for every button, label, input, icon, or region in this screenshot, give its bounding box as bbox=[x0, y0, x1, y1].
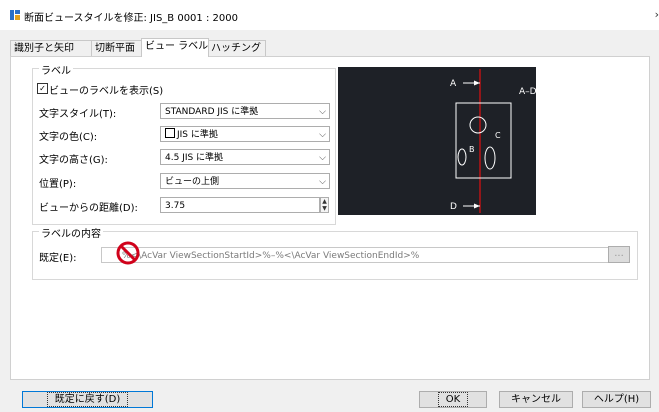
chevron-down-icon: ⌵ bbox=[319, 107, 326, 117]
tab-identifiers-arrows[interactable]: 識別子と矢印 bbox=[10, 40, 92, 56]
title-bar: 断面ビュースタイルを修正: JIS_B 0001 : 2000 › bbox=[0, 0, 659, 30]
text-color-label: 文字の色(C): bbox=[39, 132, 98, 143]
close-icon[interactable]: › bbox=[655, 8, 659, 21]
distance-input[interactable]: 3.75 bbox=[160, 197, 320, 213]
preview-label-a: A bbox=[450, 79, 457, 89]
color-swatch bbox=[165, 128, 175, 138]
text-style-select[interactable]: STANDARD JIS に準拠 ⌵ bbox=[160, 103, 330, 119]
reset-defaults-button[interactable]: 既定に戻す(D) bbox=[22, 391, 153, 408]
help-button[interactable]: ヘルプ(H) bbox=[582, 391, 651, 408]
show-label-text: ビューのラベルを表示(S) bbox=[49, 86, 164, 97]
label-group: ラベル ✓ ビューのラベルを表示(S) 文字スタイル(T): STANDARD … bbox=[32, 62, 336, 225]
label-contents-field[interactable]: %<\AcVar ViewSectionStartId>%–%<\AcVar V… bbox=[101, 247, 623, 263]
preview-label-c: C bbox=[495, 131, 501, 140]
window-title: 断面ビュースタイルを修正: JIS_B 0001 : 2000 bbox=[24, 13, 238, 24]
preview-label-d: D bbox=[450, 202, 457, 212]
tab-view-label[interactable]: ビュー ラベル bbox=[141, 38, 209, 57]
preview-label-b: B bbox=[469, 145, 475, 154]
position-label: 位置(P): bbox=[39, 179, 77, 190]
preview-label-ad: A–D bbox=[519, 87, 536, 97]
ok-button[interactable]: OK bbox=[419, 391, 487, 408]
text-color-select[interactable]: JIS に準拠 ⌵ bbox=[160, 126, 330, 142]
distance-spinner[interactable]: ▲ ▼ bbox=[320, 197, 329, 213]
label-contents-group: ラベルの内容 既定(E): %<\AcVar ViewSectionStartI… bbox=[32, 225, 638, 280]
tab-hatching[interactable]: ハッチング bbox=[207, 40, 266, 56]
browse-button[interactable]: ... bbox=[608, 246, 630, 263]
text-height-select[interactable]: 4.5 JIS に準拠 ⌵ bbox=[160, 149, 330, 165]
label-group-title: ラベル bbox=[39, 62, 73, 77]
default-label: 既定(E): bbox=[39, 253, 77, 264]
chevron-down-icon: ⌵ bbox=[319, 177, 326, 187]
chevron-down-icon: ⌵ bbox=[319, 130, 326, 140]
app-icon bbox=[10, 10, 20, 20]
label-contents-title: ラベルの内容 bbox=[39, 225, 103, 240]
cancel-button[interactable]: キャンセル bbox=[499, 391, 573, 408]
chevron-down-icon: ⌵ bbox=[319, 153, 326, 163]
text-height-label: 文字の高さ(G): bbox=[39, 155, 108, 166]
show-label-checkbox[interactable]: ✓ bbox=[37, 83, 48, 94]
position-select[interactable]: ビューの上側 ⌵ bbox=[160, 173, 330, 189]
tab-panel: ラベル ✓ ビューのラベルを表示(S) 文字スタイル(T): STANDARD … bbox=[10, 56, 650, 380]
text-style-label: 文字スタイル(T): bbox=[39, 109, 117, 120]
preview-image: A A–D B C D bbox=[338, 67, 536, 215]
no-entry-icon bbox=[116, 241, 140, 265]
distance-label: ビューからの距離(D): bbox=[39, 203, 138, 214]
